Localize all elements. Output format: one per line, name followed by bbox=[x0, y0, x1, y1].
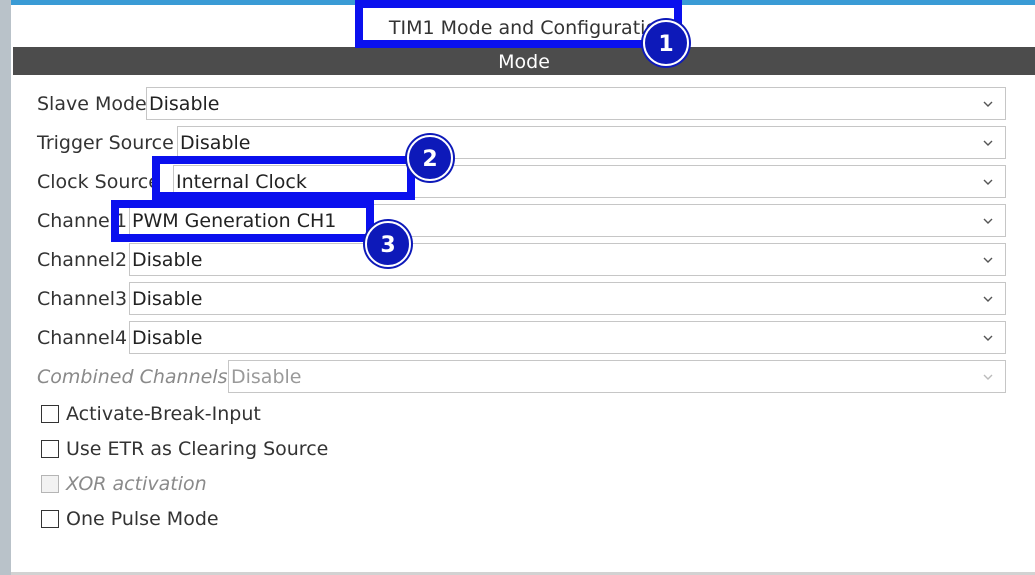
chevron-down-icon bbox=[983, 218, 993, 224]
channel3-value: Disable bbox=[132, 287, 203, 310]
chevron-down-icon bbox=[983, 257, 993, 263]
channel2-select[interactable]: Disable bbox=[129, 243, 1006, 276]
annotation-badge-2: 2 bbox=[407, 135, 453, 181]
activate-break-input-checkbox[interactable]: Activate-Break-Input bbox=[41, 402, 261, 426]
chevron-down-icon bbox=[983, 374, 993, 380]
xor-activation-label: XOR activation bbox=[66, 473, 207, 495]
checkbox-box[interactable] bbox=[41, 405, 59, 423]
clock-source-label: Clock Source bbox=[37, 171, 160, 193]
use-etr-clearing-source-checkbox[interactable]: Use ETR as Clearing Source bbox=[41, 437, 328, 461]
slave-mode-select[interactable]: Disable bbox=[146, 87, 1006, 120]
trigger-source-label: Trigger Source bbox=[37, 132, 174, 154]
chevron-down-icon bbox=[983, 101, 993, 107]
channel2-label: Channel2 bbox=[37, 249, 128, 271]
chevron-down-icon bbox=[983, 140, 993, 146]
chevron-down-icon bbox=[983, 335, 993, 341]
trigger-source-select[interactable]: Disable bbox=[177, 126, 1006, 159]
left-panel-edge bbox=[0, 0, 11, 575]
annotation-badge-3: 3 bbox=[365, 221, 411, 267]
one-pulse-mode-checkbox[interactable]: One Pulse Mode bbox=[41, 507, 219, 531]
highlight-box-1 bbox=[355, 0, 682, 48]
one-pulse-mode-label: One Pulse Mode bbox=[66, 508, 219, 530]
combined-channels-select: Disable bbox=[228, 360, 1006, 393]
combined-channels-label: Combined Channels bbox=[37, 366, 228, 388]
channel4-select[interactable]: Disable bbox=[129, 321, 1006, 354]
use-etr-clearing-source-label: Use ETR as Clearing Source bbox=[66, 438, 329, 460]
annotation-badge-1: 1 bbox=[643, 20, 689, 66]
chevron-down-icon bbox=[983, 296, 993, 302]
checkbox-box bbox=[41, 475, 59, 493]
channel3-label: Channel3 bbox=[37, 288, 128, 310]
highlight-box-2 bbox=[152, 156, 415, 200]
mode-section-header[interactable]: Mode bbox=[13, 47, 1035, 75]
xor-activation-checkbox: XOR activation bbox=[41, 472, 207, 496]
checkbox-box[interactable] bbox=[41, 440, 59, 458]
slave-mode-label: Slave Mode bbox=[37, 93, 147, 115]
combined-channels-value: Disable bbox=[231, 365, 302, 388]
checkbox-box[interactable] bbox=[41, 510, 59, 528]
chevron-down-icon bbox=[983, 179, 993, 185]
slave-mode-value: Disable bbox=[149, 92, 220, 115]
channel2-value: Disable bbox=[132, 248, 203, 271]
channel4-value: Disable bbox=[132, 326, 203, 349]
highlight-box-3 bbox=[111, 200, 374, 242]
activate-break-input-label: Activate-Break-Input bbox=[66, 403, 261, 425]
trigger-source-value: Disable bbox=[180, 131, 251, 154]
channel3-select[interactable]: Disable bbox=[129, 282, 1006, 315]
channel4-label: Channel4 bbox=[37, 327, 128, 349]
